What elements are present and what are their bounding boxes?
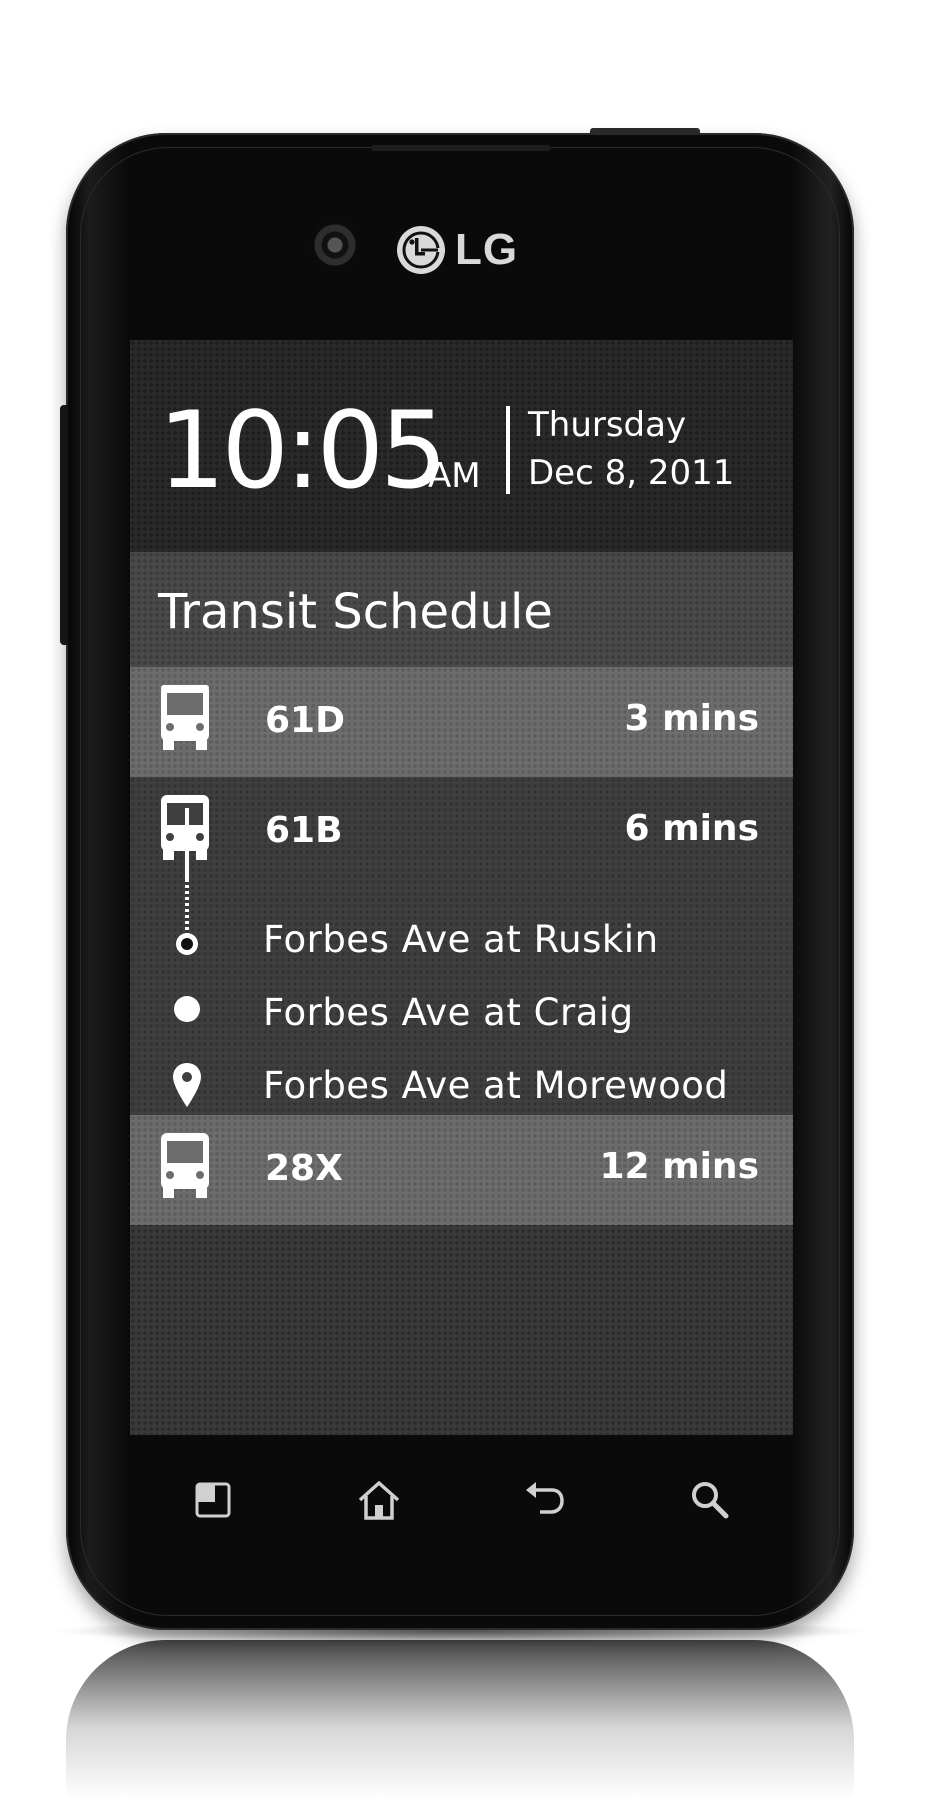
stop-current-dot-icon [174, 996, 200, 1022]
stop-label: Forbes Ave at Morewood [263, 1064, 729, 1107]
menu-icon [195, 1482, 231, 1518]
earpiece-speaker [371, 145, 551, 151]
bus-icon [161, 685, 209, 750]
menu-button[interactable] [183, 1470, 243, 1530]
route-row-61d[interactable]: 61D 3 mins [130, 667, 793, 777]
stop-item-morewood[interactable]: Forbes Ave at Morewood [130, 1057, 793, 1117]
route-eta: 3 mins [624, 698, 760, 739]
power-key [590, 128, 700, 134]
lock-screen: 10:05 AM Thursday Dec 8, 2011 Transit Sc… [130, 340, 793, 1435]
clock-ampm: AM [428, 456, 481, 496]
back-icon [526, 1482, 565, 1514]
lg-logo-icon [397, 226, 445, 274]
clock-divider [506, 406, 510, 494]
clock-day: Thursday [528, 405, 687, 445]
home-button[interactable] [349, 1470, 409, 1530]
route-name: 61D [265, 700, 345, 741]
phone-reflection [66, 1640, 854, 1800]
schedule-header: Transit Schedule [130, 552, 793, 667]
volume-key [60, 405, 68, 645]
stop-label: Forbes Ave at Craig [263, 991, 634, 1034]
route-eta: 12 mins [599, 1146, 759, 1187]
stop-label: Forbes Ave at Ruskin [263, 918, 659, 961]
front-camera [310, 220, 360, 270]
route-name: 61B [265, 810, 343, 851]
stop-origin-dot-icon [176, 933, 198, 955]
route-eta: 6 mins [624, 808, 760, 849]
schedule-title: Transit Schedule [158, 584, 553, 640]
search-button[interactable] [680, 1470, 740, 1530]
map-pin-icon [173, 1063, 201, 1107]
home-icon [358, 1481, 399, 1520]
back-button[interactable] [514, 1470, 574, 1530]
route-name: 28X [265, 1148, 343, 1189]
clock-widget: 10:05 AM Thursday Dec 8, 2011 [130, 340, 793, 552]
search-icon [692, 1482, 729, 1519]
bus-icon [161, 1133, 209, 1198]
brand-logo: LG [395, 224, 518, 276]
clock-time: 10:05 [158, 389, 447, 512]
route-row-28x[interactable]: 28X 12 mins [130, 1115, 793, 1225]
brand-name: LG [455, 225, 519, 274]
timeline-line-solid [185, 808, 189, 882]
clock-date: Dec 8, 2011 [528, 453, 735, 493]
stop-item-craig[interactable]: Forbes Ave at Craig [130, 984, 793, 1044]
stop-item-ruskin[interactable]: Forbes Ave at Ruskin [130, 911, 793, 971]
hardware-nav-bar [130, 1450, 793, 1550]
